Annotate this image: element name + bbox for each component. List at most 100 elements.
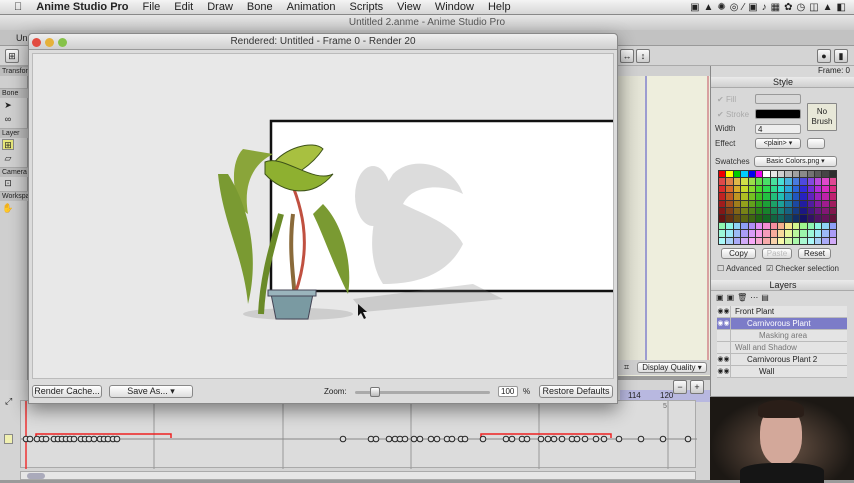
document-tab[interactable]: Un (16, 33, 28, 43)
swatch[interactable] (770, 222, 777, 230)
swatch[interactable] (733, 193, 741, 200)
swatch[interactable] (719, 222, 726, 230)
fit-width-icon[interactable]: ↔ (620, 49, 634, 63)
copy-button[interactable]: Copy (721, 248, 756, 259)
timeline-keyframe[interactable] (401, 435, 409, 443)
swatch[interactable] (726, 215, 733, 222)
swatch[interactable] (778, 237, 785, 244)
swatch[interactable] (829, 171, 836, 178)
swatch[interactable] (763, 215, 770, 222)
swatch[interactable] (785, 230, 792, 237)
timeline-keyframe[interactable] (508, 435, 516, 443)
swatch[interactable] (792, 178, 800, 185)
timeline-keyframe[interactable] (573, 435, 581, 443)
swatch[interactable] (741, 178, 748, 185)
timeline-expand-icon[interactable]: ⤢ (5, 396, 12, 407)
swatch[interactable] (814, 237, 822, 244)
swatch[interactable] (763, 222, 770, 230)
swatch[interactable] (726, 230, 733, 237)
bounds-icon[interactable]: ⌗ (624, 362, 629, 373)
swatch[interactable] (822, 237, 829, 244)
swatch[interactable] (807, 230, 814, 237)
swatch[interactable] (822, 215, 829, 222)
swatch[interactable] (822, 178, 829, 185)
swatch[interactable] (778, 178, 785, 185)
swatch[interactable] (748, 178, 755, 185)
swatch[interactable] (763, 171, 770, 178)
layer-row[interactable]: Wall and Shadow (717, 342, 847, 354)
swatch[interactable] (741, 230, 748, 237)
swatch[interactable] (807, 222, 814, 230)
timeline-keyframe[interactable] (410, 435, 418, 443)
delete-layer-icon[interactable]: 🗑 (737, 293, 750, 302)
swatch[interactable] (822, 185, 829, 193)
swatch[interactable] (733, 208, 741, 215)
swatch[interactable] (770, 215, 777, 222)
layer-row[interactable]: Masking area (717, 330, 847, 342)
swatch[interactable] (778, 200, 785, 207)
swatch[interactable] (785, 193, 792, 200)
swatch[interactable] (755, 215, 763, 222)
stage-canvas[interactable] (617, 66, 710, 376)
timeline-keyframe[interactable] (659, 435, 667, 443)
menu-view[interactable]: View (397, 1, 421, 13)
select-bone-icon[interactable]: ➤ (2, 100, 14, 111)
swatch[interactable] (792, 230, 800, 237)
swatch[interactable] (814, 200, 822, 207)
swatch[interactable] (763, 200, 770, 207)
timeline-keyframe[interactable] (581, 435, 589, 443)
swatch[interactable] (770, 237, 777, 244)
swatches-select[interactable]: Basic Colors.png ▾ (754, 156, 837, 167)
timeline-keyframe[interactable] (592, 435, 600, 443)
timeline-keyframe[interactable] (502, 435, 510, 443)
swatch[interactable] (829, 230, 836, 237)
hand-icon[interactable]: ✋ (2, 203, 14, 214)
visibility-icon[interactable] (717, 330, 731, 342)
swatch[interactable] (807, 171, 814, 178)
menu-help[interactable]: Help (488, 1, 511, 13)
user-icon[interactable]: ● (817, 49, 831, 63)
swatch[interactable] (829, 185, 836, 193)
swatch[interactable] (719, 185, 726, 193)
swatch[interactable] (822, 171, 829, 178)
menu-animation[interactable]: Animation (287, 1, 336, 13)
swatch[interactable] (748, 215, 755, 222)
swatch[interactable] (719, 208, 726, 215)
swatch[interactable] (785, 178, 792, 185)
paste-button[interactable]: Paste (762, 248, 792, 259)
swatch[interactable] (741, 185, 748, 193)
swatch[interactable] (814, 178, 822, 185)
menu-bone[interactable]: Bone (247, 1, 273, 13)
swatch[interactable] (814, 230, 822, 237)
layer-settings-icon[interactable]: ▤ (761, 293, 772, 302)
swatch[interactable] (829, 208, 836, 215)
swatch[interactable] (755, 193, 763, 200)
swatch[interactable] (719, 171, 726, 178)
swatch[interactable] (726, 185, 733, 193)
swatch[interactable] (755, 185, 763, 193)
swatch[interactable] (763, 208, 770, 215)
bone-link-icon[interactable]: ∞ (2, 114, 14, 125)
zoom-in-icon[interactable]: + (690, 380, 704, 394)
swatch[interactable] (763, 185, 770, 193)
swatch[interactable] (748, 185, 755, 193)
visibility-icon[interactable]: ◉◉ (717, 354, 731, 366)
swatch[interactable] (733, 237, 741, 244)
visibility-icon[interactable]: ◉◉ (717, 318, 731, 330)
swatch[interactable] (755, 200, 763, 207)
swatch[interactable] (763, 237, 770, 244)
swatch[interactable] (763, 230, 770, 237)
swatch[interactable] (726, 237, 733, 244)
swatch[interactable] (726, 200, 733, 207)
swatch[interactable] (785, 208, 792, 215)
timeline-keyframe[interactable] (461, 435, 469, 443)
swatch[interactable] (719, 237, 726, 244)
duplicate-layer-icon[interactable]: ▣ (727, 293, 738, 302)
timeline-keyframe[interactable] (113, 435, 121, 443)
swatch[interactable] (792, 185, 800, 193)
swatch[interactable] (792, 193, 800, 200)
swatch[interactable] (814, 185, 822, 193)
timeline-keyframe[interactable] (339, 435, 347, 443)
swatch[interactable] (785, 222, 792, 230)
swatch[interactable] (800, 208, 807, 215)
